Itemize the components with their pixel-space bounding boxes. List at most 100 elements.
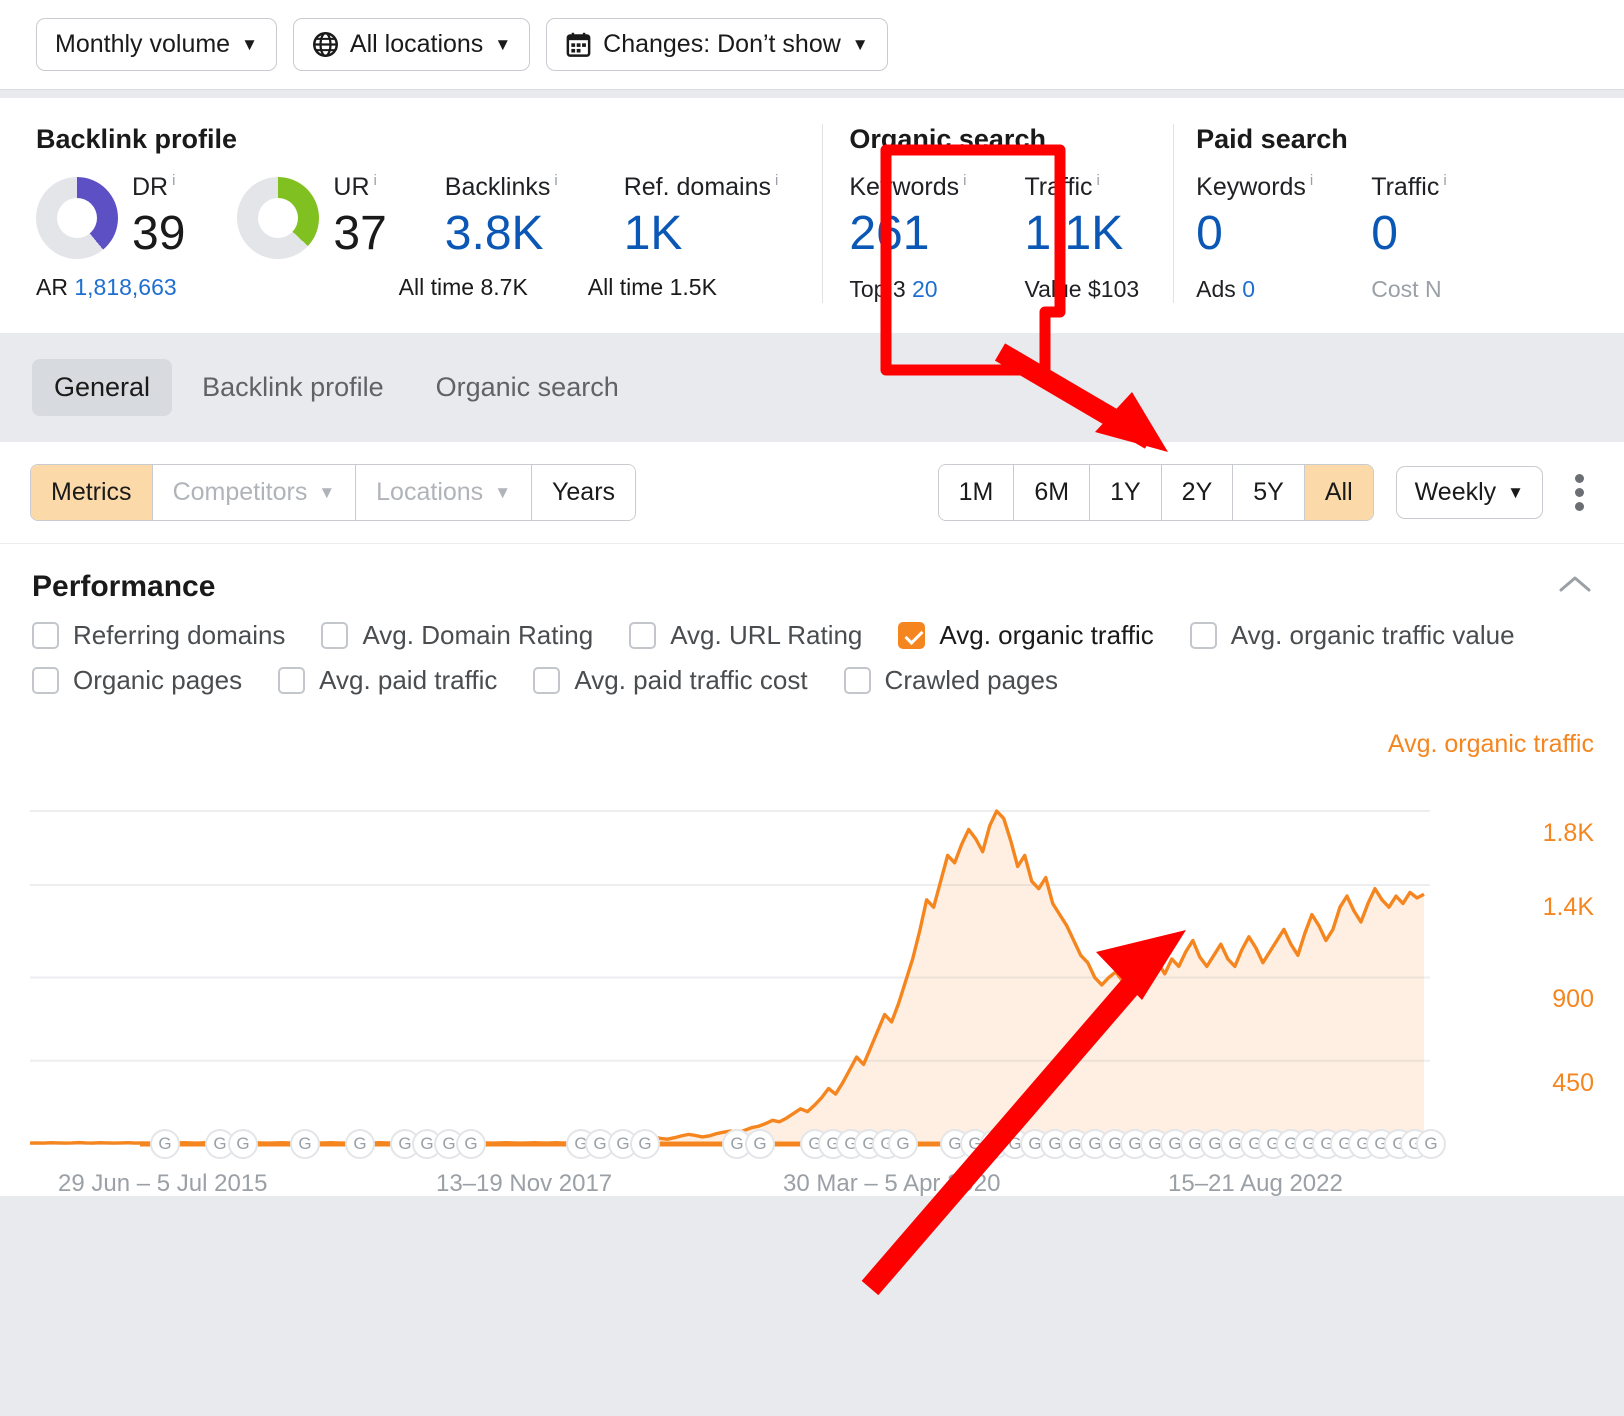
range-all[interactable]: All bbox=[1304, 464, 1373, 520]
paid-search-title: Paid search bbox=[1196, 124, 1348, 154]
all-locations-dropdown[interactable]: All locations ▼ bbox=[292, 18, 531, 71]
checkbox-avg-url-rating[interactable]: Avg. URL Rating bbox=[629, 620, 862, 651]
segment-metrics[interactable]: Metrics bbox=[31, 464, 153, 520]
paid-traffic-label: Traffic bbox=[1371, 173, 1440, 201]
backlinks-subrow: All time 8.7K bbox=[399, 274, 528, 301]
organic-traffic-value[interactable]: 1.1K bbox=[1024, 208, 1139, 260]
checkbox-label: Avg. Domain Rating bbox=[362, 619, 594, 650]
dr-donut-chart bbox=[36, 177, 118, 259]
info-icon[interactable]: i bbox=[775, 173, 778, 188]
segment-years[interactable]: Years bbox=[532, 464, 636, 520]
checkbox-label: Referring domains bbox=[73, 619, 286, 650]
chevron-down-icon: ▼ bbox=[1507, 482, 1524, 502]
checkbox-avg-paid-traffic[interactable]: Avg. paid traffic bbox=[278, 665, 497, 696]
section-divider bbox=[1173, 124, 1175, 303]
checkbox-label: Avg. URL Rating bbox=[670, 619, 863, 650]
organic-value-label: Value bbox=[1024, 275, 1082, 302]
checkbox-referring-domains[interactable]: Referring domains bbox=[32, 620, 285, 651]
checkbox-avg-organic-traffic-value[interactable]: Avg. organic traffic value bbox=[1189, 620, 1515, 651]
granularity-dropdown[interactable]: Weekly ▼ bbox=[1395, 465, 1543, 519]
ar-label: AR bbox=[36, 273, 68, 300]
checkbox-box[interactable] bbox=[278, 666, 306, 694]
chevron-down-icon: ▼ bbox=[494, 35, 512, 54]
google-update-marker[interactable]: G bbox=[1416, 1128, 1446, 1159]
checkbox-box[interactable] bbox=[898, 621, 926, 649]
paid-traffic-subrow: Cost N bbox=[1371, 276, 1446, 303]
top-toolbar: Monthly volume ▼ All locations ▼ Changes… bbox=[0, 0, 1624, 90]
monthly-volume-label: Monthly volume bbox=[55, 30, 231, 58]
checkbox-box[interactable] bbox=[32, 666, 59, 694]
metrics-overview: Backlink profile DR i 39 UR i 37 Backlin… bbox=[0, 98, 1624, 333]
range-1y[interactable]: 1Y bbox=[1090, 464, 1162, 520]
granularity-label: Weekly bbox=[1414, 477, 1497, 506]
checkbox-box[interactable] bbox=[32, 621, 59, 649]
range-5y[interactable]: 5Y bbox=[1233, 464, 1305, 520]
checkbox-box[interactable] bbox=[533, 666, 561, 694]
checkbox-box[interactable] bbox=[1189, 621, 1217, 649]
checkbox-avg-domain-rating[interactable]: Avg. Domain Rating bbox=[321, 620, 593, 651]
chart-canvas bbox=[29, 809, 1430, 1147]
checkbox-crawled-pages[interactable]: Crawled pages bbox=[843, 664, 1058, 696]
backlinks-label: Backlinks bbox=[444, 173, 551, 201]
checkbox-box[interactable] bbox=[321, 621, 349, 649]
checkbox-label: Avg. paid traffic bbox=[319, 664, 498, 695]
ur-value: 37 bbox=[333, 207, 387, 260]
checkbox-avg-paid-traffic-cost[interactable]: Avg. paid traffic cost bbox=[533, 665, 808, 696]
segment-locations: Locations ▼ bbox=[356, 464, 533, 520]
metric-paid-keywords: Keywords i 0 Ads 0 bbox=[1196, 173, 1323, 303]
segment-label: Metrics bbox=[51, 477, 132, 506]
google-update-marker[interactable]: G bbox=[888, 1128, 918, 1159]
google-update-marker[interactable]: G bbox=[745, 1128, 775, 1159]
organic-top3-value[interactable]: 20 bbox=[912, 276, 938, 302]
google-update-marker[interactable]: G bbox=[630, 1128, 660, 1159]
info-icon[interactable]: i bbox=[1443, 173, 1446, 188]
metric-organic-traffic: Traffic i 1.1K Value $103 bbox=[1024, 173, 1149, 303]
x-tick-label: 30 Mar – 5 Apr 2020 bbox=[783, 1169, 1001, 1197]
info-icon[interactable]: i bbox=[963, 173, 966, 188]
kebab-menu-icon[interactable] bbox=[1565, 468, 1594, 517]
info-icon[interactable]: i bbox=[172, 173, 175, 188]
page-title: Performance bbox=[32, 569, 216, 603]
paid-keywords-value[interactable]: 0 bbox=[1196, 208, 1313, 260]
ar-value[interactable]: 1,818,663 bbox=[74, 274, 176, 300]
organic-keywords-value[interactable]: 261 bbox=[849, 208, 966, 260]
info-icon[interactable]: i bbox=[374, 173, 377, 188]
performance-chart[interactable]: Avg. organic traffic 1.8K 1.4K 900 450 GGGG… bbox=[0, 726, 1624, 1197]
chevron-up-icon[interactable] bbox=[1558, 573, 1592, 600]
ref-domains-value[interactable]: 1K bbox=[624, 208, 779, 260]
view-mode-segmented-control: Metrics Competitors ▼ Locations ▼ Years bbox=[30, 463, 637, 521]
info-icon[interactable]: i bbox=[554, 173, 557, 188]
tab-general[interactable]: General bbox=[32, 358, 173, 416]
backlinks-sub-value: 8.7K bbox=[480, 273, 528, 300]
paid-traffic-value[interactable]: 0 bbox=[1371, 208, 1446, 260]
checkbox-organic-pages[interactable]: Organic pages bbox=[32, 665, 242, 696]
checkbox-row: Organic pages Avg. paid traffic Avg. paid … bbox=[32, 665, 1592, 696]
checkbox-label: Crawled pages bbox=[884, 664, 1058, 695]
all-locations-label: All locations bbox=[349, 30, 484, 58]
info-icon[interactable]: i bbox=[1310, 173, 1313, 188]
ur-label: UR bbox=[333, 173, 370, 201]
paid-ads-value[interactable]: 0 bbox=[1242, 276, 1255, 302]
google-update-marker[interactable]: G bbox=[290, 1128, 320, 1159]
google-update-marker[interactable]: G bbox=[345, 1128, 375, 1159]
checkbox-box[interactable] bbox=[843, 666, 871, 694]
tab-backlink-profile[interactable]: Backlink profile bbox=[180, 359, 406, 416]
info-icon[interactable]: i bbox=[1097, 173, 1100, 188]
range-2y[interactable]: 2Y bbox=[1161, 464, 1234, 520]
google-update-marker[interactable]: G bbox=[228, 1128, 258, 1159]
monthly-volume-dropdown[interactable]: Monthly volume ▼ bbox=[36, 18, 277, 71]
paid-cost-label: Cost bbox=[1371, 275, 1419, 302]
x-tick-label: 15–21 Aug 2022 bbox=[1168, 1169, 1343, 1197]
range-1m[interactable]: 1M bbox=[938, 464, 1015, 520]
google-update-marker[interactable]: G bbox=[150, 1128, 180, 1159]
google-update-marker[interactable]: G bbox=[456, 1128, 486, 1159]
checkbox-avg-organic-traffic[interactable]: Avg. organic traffic bbox=[898, 620, 1154, 651]
backlinks-value[interactable]: 3.8K bbox=[445, 208, 558, 260]
checkbox-box[interactable] bbox=[629, 621, 657, 649]
y-tick-label: 1.8K bbox=[1542, 818, 1594, 847]
metric-backlinks: Backlinks i 3.8K bbox=[445, 173, 568, 260]
chevron-down-icon: ▼ bbox=[241, 35, 258, 54]
changes-dropdown[interactable]: Changes: Don’t show ▼ bbox=[546, 18, 888, 71]
range-6m[interactable]: 6M bbox=[1014, 464, 1091, 520]
tab-organic-search[interactable]: Organic search bbox=[414, 359, 641, 416]
